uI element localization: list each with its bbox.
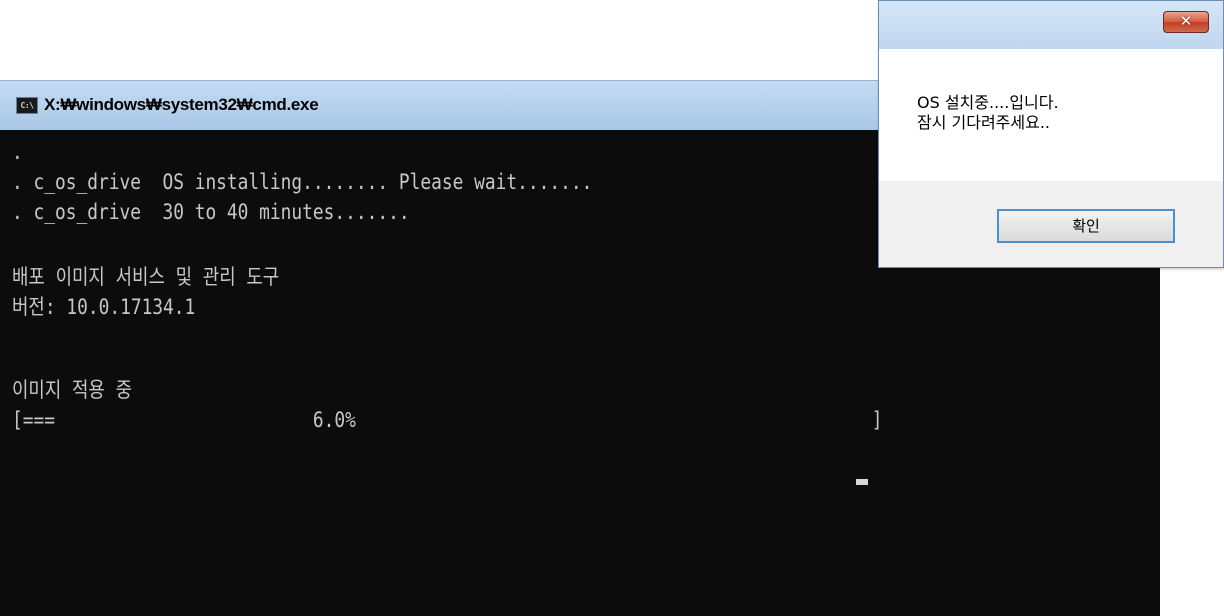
console-line: . c_os_drive 30 to 40 minutes....... bbox=[12, 200, 410, 224]
text-cursor bbox=[856, 479, 868, 485]
console-line: 버전: 10.0.17134.1 bbox=[12, 295, 196, 319]
ok-button[interactable]: 확인 bbox=[997, 209, 1175, 243]
dialog-message-line2: 잠시 기다려주세요.. bbox=[917, 113, 1051, 132]
console-line: 이미지 적용 중 bbox=[12, 378, 133, 402]
console-line: . bbox=[12, 140, 23, 164]
message-dialog: ✕ OS 설치중....입니다. 잠시 기다려주세요.. 확인 bbox=[878, 0, 1224, 268]
console-line: 배포 이미지 서비스 및 관리 도구 bbox=[12, 265, 280, 289]
console-line: . c_os_drive OS installing........ Pleas… bbox=[12, 170, 593, 194]
dialog-message-line1: OS 설치중....입니다. bbox=[917, 93, 1059, 112]
cmd-icon: C:\ bbox=[16, 97, 38, 114]
dialog-content: OS 설치중....입니다. 잠시 기다려주세요.. bbox=[879, 49, 1223, 181]
cmd-window-title: X:₩windows₩system32₩cmd.exe bbox=[44, 95, 319, 114]
progress-bar-text: [=== 6.0% ] bbox=[12, 408, 883, 432]
close-icon[interactable]: ✕ bbox=[1163, 11, 1209, 33]
dialog-message: OS 설치중....입니다. 잠시 기다려주세요.. bbox=[917, 93, 1059, 133]
dialog-titlebar[interactable]: ✕ bbox=[879, 1, 1223, 49]
